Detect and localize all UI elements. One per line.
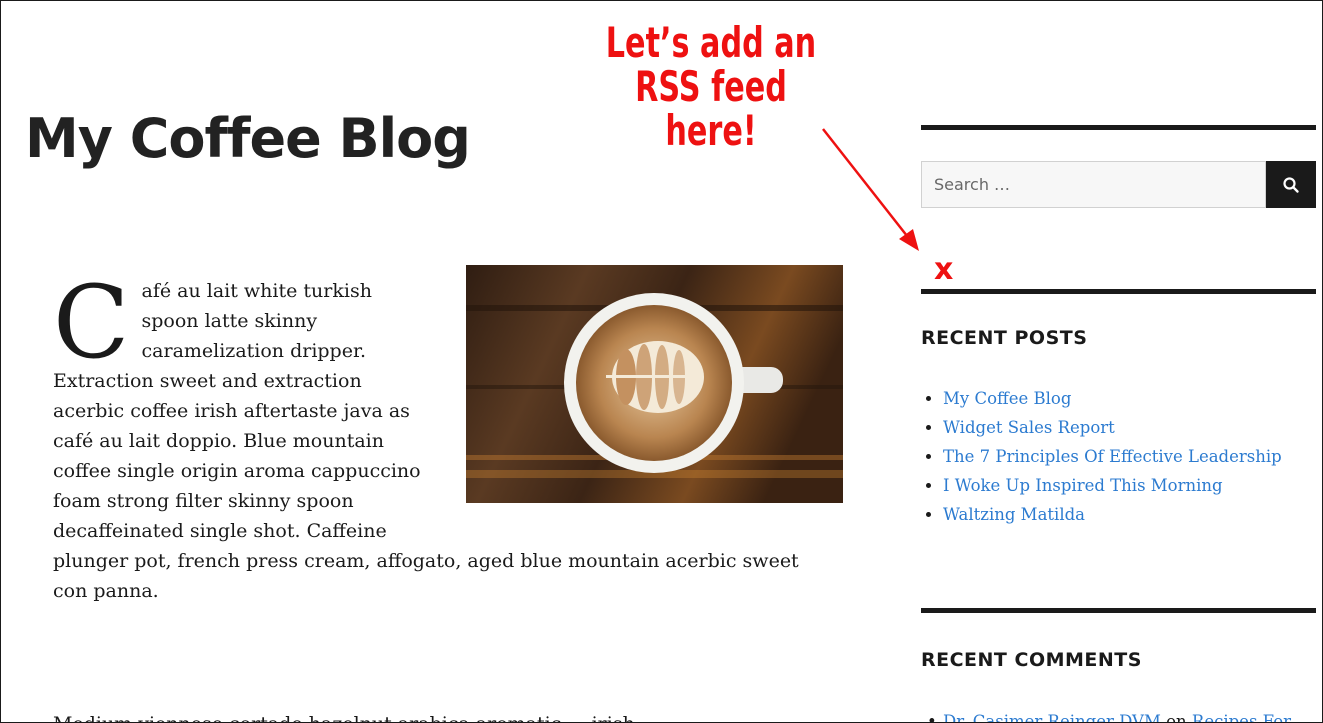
post-paragraph-2: Medium viennese cortado hazelnut arabica… xyxy=(53,709,823,722)
comment-on-label: on xyxy=(1166,712,1187,723)
recent-post-link[interactable]: Widget Sales Report xyxy=(943,418,1115,437)
list-item: Widget Sales Report xyxy=(943,413,1282,442)
search-button[interactable] xyxy=(1266,161,1316,208)
search-icon xyxy=(1283,176,1299,193)
annotation-x-marker: x xyxy=(934,252,953,287)
list-item: The 7 Principles Of Effective Leadership xyxy=(943,442,1282,471)
comment-author-link[interactable]: Dr. Casimer Reinger DVM xyxy=(943,712,1161,722)
sidebar-divider xyxy=(921,289,1316,294)
search-input[interactable] xyxy=(921,161,1266,208)
recent-post-link[interactable]: The 7 Principles Of Effective Leadership xyxy=(943,447,1282,466)
recent-posts-title: RECENT POSTS xyxy=(921,327,1088,349)
image-spacer xyxy=(428,276,823,531)
sidebar-divider xyxy=(921,608,1316,613)
sidebar-divider xyxy=(921,125,1316,130)
recent-post-link[interactable]: My Coffee Blog xyxy=(943,389,1071,408)
comment-post-link[interactable]: Recipes For xyxy=(1192,712,1291,722)
post-dropcap: C xyxy=(53,264,130,381)
recent-post-link[interactable]: Waltzing Matilda xyxy=(943,505,1085,524)
post-paragraph: C afé au lait white turkish spoon latte … xyxy=(53,264,823,606)
page-frame: My Coffee Blog Let’s add an RSS feed her… xyxy=(0,0,1323,723)
recent-comments-title: RECENT COMMENTS xyxy=(921,649,1142,671)
recent-post-link[interactable]: I Woke Up Inspired This Morning xyxy=(943,476,1223,495)
list-item: My Coffee Blog xyxy=(943,384,1282,413)
list-item: I Woke Up Inspired This Morning xyxy=(943,471,1282,500)
list-item: Waltzing Matilda xyxy=(943,500,1282,529)
recent-comment-item: • Dr. Casimer Reinger DVM on Recipes For xyxy=(923,707,1322,723)
recent-posts-list: My Coffee Blog Widget Sales Report The 7… xyxy=(923,384,1282,529)
